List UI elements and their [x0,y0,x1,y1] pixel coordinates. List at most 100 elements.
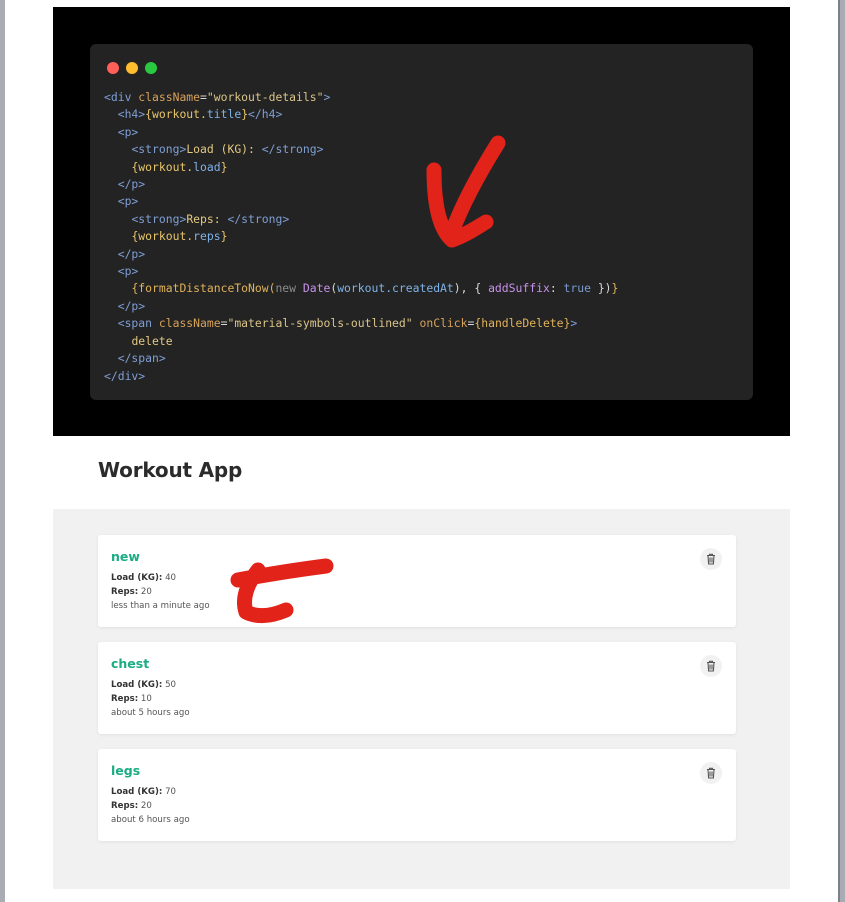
code-token: = [200,90,207,104]
code-token: load [193,159,221,174]
workout-card: new Load (KG): 40 Reps: 20 less than a m… [98,535,736,627]
code-line: delete [104,333,618,350]
code-token: title [206,107,242,122]
code-line: <p> [104,263,618,280]
code-token: delete [131,333,173,348]
code-line: <p> [104,193,618,210]
code-token: <p> [117,194,139,209]
code-token: > [570,316,578,331]
code-token: <div [104,90,139,104]
load-value: 50 [165,680,176,690]
code-line: </p> [104,176,618,193]
code-token: : [549,281,564,296]
document-page: <div className="workout-details"> <h4>{w… [5,0,840,902]
app-title: Workout App [98,458,243,482]
code-token: {workout. [145,107,207,122]
code-token: </div> [104,368,146,383]
workout-reps: Reps: 20 [111,587,152,597]
code-line: </span> [104,350,618,367]
code-token: </strong> [227,211,290,226]
workout-title: new [111,549,140,564]
load-value: 40 [165,573,176,583]
code-token: ), { [453,281,489,296]
code-token: } [611,281,619,296]
code-token: Date [302,281,331,296]
code-token: Reps: [186,211,228,226]
code-token: reps [193,229,221,244]
trash-icon [707,553,715,565]
close-dot [107,62,119,74]
code-token: </p> [117,246,146,261]
code-token: true [563,281,591,296]
reps-value: 20 [140,801,152,811]
workout-time: less than a minute ago [111,601,210,611]
code-token: workout.createdAt [337,281,454,296]
code-line: <strong>Reps: </strong> [104,211,618,228]
workout-title: chest [111,656,150,671]
load-value: 70 [165,787,176,797]
delete-button[interactable] [700,655,722,677]
code-line: <h4>{workout.title}</h4> [104,106,618,123]
code-line: </p> [104,246,618,263]
load-label: Load (KG): [111,573,163,583]
code-line: <span className="material-symbols-outlin… [104,315,618,332]
code-token: <p> [117,124,139,139]
workout-list: new Load (KG): 40 Reps: 20 less than a m… [53,509,790,889]
code-line: </div> [104,368,618,385]
code-token: {workout. [131,229,194,244]
code-token: {handleDelete} [474,316,571,331]
code-token: onClick [419,316,468,331]
code-token: "workout-details" [206,90,324,104]
workout-time: about 5 hours ago [111,708,190,718]
code-token: addSuffix [488,281,550,296]
code-line: <strong>Load (KG): </strong> [104,141,618,158]
code-token: {formatDistanceToNow( [131,281,276,296]
reps-value: 20 [140,587,152,597]
code-token: new [275,281,303,296]
code-token: } [220,229,228,244]
code-token: <span [117,316,159,331]
code-token: }) [590,281,612,296]
code-token: </strong> [261,142,324,157]
delete-button[interactable] [700,548,722,570]
code-token: className [158,316,221,331]
reps-label: Reps: [111,694,139,704]
trash-icon [707,660,715,672]
code-token: <h4> [117,107,146,122]
code-screenshot: <div className="workout-details"> <h4>{w… [53,7,790,436]
code-line: {workout.reps} [104,228,618,245]
workout-time: about 6 hours ago [111,815,190,825]
trash-icon [707,767,715,779]
window-controls [107,62,157,74]
code-token: {workout. [131,159,194,174]
workout-load: Load (KG): 70 [111,787,176,797]
code-token: <strong> [131,211,187,226]
delete-button[interactable] [700,762,722,784]
code-token: <strong> [131,142,187,157]
code-line: {formatDistanceToNow(new Date(workout.cr… [104,280,618,297]
code-line: <div className="workout-details"> [104,89,618,106]
code-window: <div className="workout-details"> <h4>{w… [90,44,753,400]
code-token: </p> [117,177,146,192]
reps-label: Reps: [111,801,139,811]
code-line: {workout.load} [104,159,618,176]
workout-title: legs [111,763,141,778]
reps-label: Reps: [111,587,139,597]
load-label: Load (KG): [111,680,163,690]
code-token: <p> [117,264,139,279]
code-block: <div className="workout-details"> <h4>{w… [104,89,618,385]
